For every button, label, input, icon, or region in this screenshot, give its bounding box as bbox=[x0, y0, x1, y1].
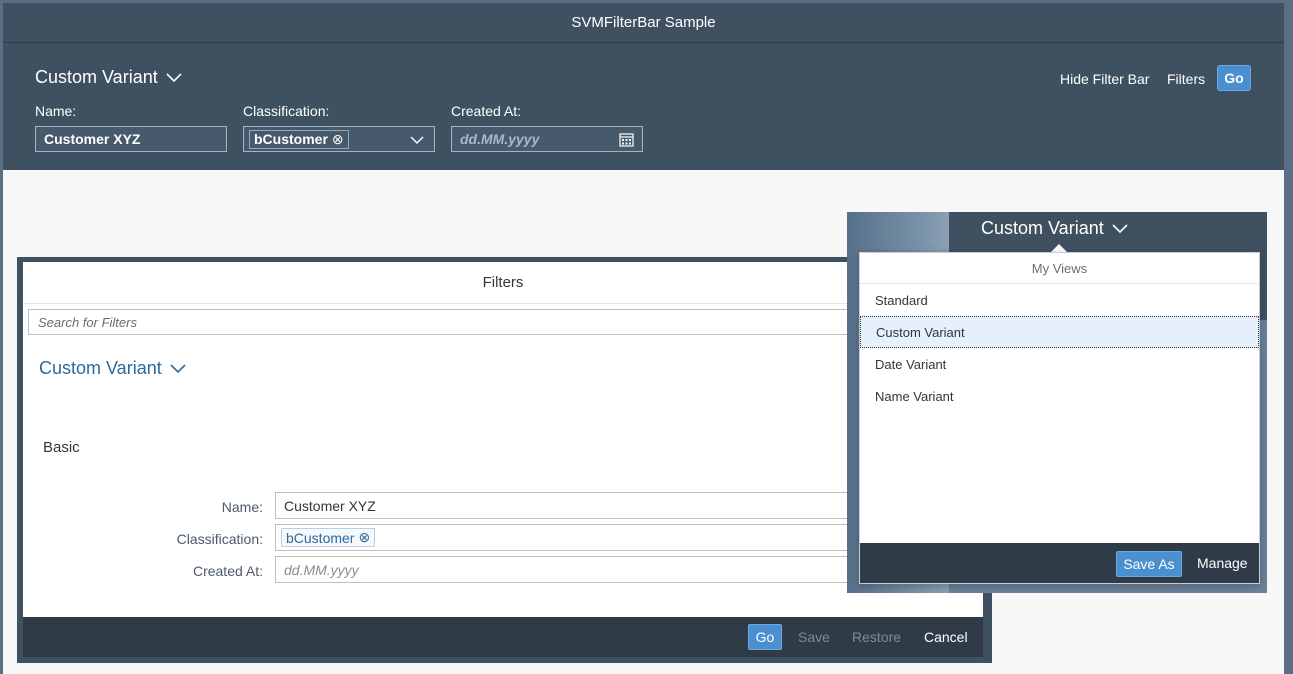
dialog-title-text: Filters bbox=[482, 274, 524, 291]
dialog-classification-token[interactable]: bCustomer ⊗ bbox=[281, 528, 376, 547]
chevron-down-icon bbox=[166, 72, 182, 82]
chevron-down-icon bbox=[1112, 223, 1128, 233]
created-at-label: Created At: bbox=[451, 103, 522, 119]
view-item-name-variant[interactable]: Name Variant bbox=[860, 380, 1259, 412]
dialog-date-placeholder: dd.MM.yyyy bbox=[284, 561, 359, 578]
created-at-datepicker[interactable]: dd.MM.yyyy bbox=[451, 126, 643, 152]
chevron-down-icon[interactable] bbox=[410, 136, 424, 145]
classification-token[interactable]: bCustomer ⊗ bbox=[249, 129, 349, 149]
dialog-footer: Go Save Restore Cancel bbox=[23, 617, 983, 657]
dialog-token-label: bCustomer bbox=[286, 529, 355, 546]
filters-dialog-body: Filters Search for Filters Custom Varian… bbox=[23, 262, 983, 617]
dialog-classification-label: Classification: bbox=[176, 531, 263, 547]
popover-title: My Views bbox=[860, 253, 1259, 284]
view-item-standard[interactable]: Standard bbox=[860, 284, 1259, 316]
manage-button[interactable]: Manage bbox=[1197, 555, 1248, 571]
dialog-cancel-button[interactable]: Cancel bbox=[924, 629, 968, 645]
view-item-date-variant[interactable]: Date Variant bbox=[860, 348, 1259, 380]
classification-multiselect[interactable]: bCustomer ⊗ bbox=[243, 126, 435, 152]
view-item-custom-variant[interactable]: Custom Variant bbox=[860, 316, 1259, 348]
dialog-created-datepicker[interactable]: dd.MM.yyyy bbox=[275, 556, 915, 583]
search-placeholder: Search for Filters bbox=[38, 314, 137, 330]
filters-dialog: Filters Search for Filters Custom Varian… bbox=[17, 257, 992, 663]
variant-label: Custom Variant bbox=[35, 67, 158, 87]
dialog-variant-selector[interactable]: Custom Variant bbox=[39, 358, 186, 379]
dialog-restore-button[interactable]: Restore bbox=[852, 629, 901, 645]
host-variant-selector[interactable]: Custom Variant bbox=[981, 218, 1128, 239]
name-input[interactable]: Customer XYZ bbox=[35, 126, 227, 152]
hide-filter-bar-button[interactable]: Hide Filter Bar bbox=[1060, 71, 1149, 87]
host-variant-label: Custom Variant bbox=[981, 218, 1104, 238]
search-filters-input[interactable]: Search for Filters bbox=[28, 309, 908, 335]
calendar-icon[interactable] bbox=[619, 132, 634, 147]
app-title: SVMFilterBar Sample bbox=[571, 14, 716, 31]
token-label: bCustomer bbox=[254, 131, 328, 147]
variant-selector[interactable]: Custom Variant bbox=[35, 67, 182, 88]
clear-token-icon[interactable]: ⊗ bbox=[358, 529, 370, 546]
date-placeholder: dd.MM.yyyy bbox=[460, 131, 540, 147]
save-as-button[interactable]: Save As bbox=[1116, 551, 1182, 577]
dialog-title: Filters bbox=[23, 262, 983, 304]
dialog-name-value: Customer XYZ bbox=[284, 497, 376, 514]
filter-bar: Custom Variant Name: Customer XYZ Classi… bbox=[3, 43, 1284, 170]
chevron-down-icon bbox=[170, 363, 186, 373]
name-label: Name: bbox=[35, 103, 77, 119]
dialog-classification-multiselect[interactable]: bCustomer ⊗ bbox=[275, 524, 915, 551]
name-value: Customer XYZ bbox=[44, 131, 141, 147]
shell-bar: SVMFilterBar Sample bbox=[3, 3, 1284, 43]
clear-token-icon[interactable]: ⊗ bbox=[332, 131, 344, 148]
dialog-created-label: Created At: bbox=[192, 563, 263, 579]
popover-title-text: My Views bbox=[1031, 260, 1088, 276]
my-views-popover: My Views Standard Custom Variant Date Va… bbox=[859, 252, 1260, 584]
group-title-basic: Basic bbox=[43, 439, 80, 456]
dialog-name-input[interactable]: Customer XYZ bbox=[275, 492, 915, 519]
go-button[interactable]: Go bbox=[1217, 65, 1251, 91]
dialog-variant-label: Custom Variant bbox=[39, 358, 162, 378]
dialog-save-button[interactable]: Save bbox=[798, 629, 830, 645]
filters-button[interactable]: Filters bbox=[1167, 71, 1205, 87]
popover-footer: Save As Manage bbox=[860, 543, 1259, 583]
dialog-go-button[interactable]: Go bbox=[748, 624, 782, 650]
classification-label: Classification: bbox=[243, 103, 330, 119]
dialog-name-label: Name: bbox=[221, 499, 263, 515]
popover-arrow bbox=[1051, 244, 1067, 252]
